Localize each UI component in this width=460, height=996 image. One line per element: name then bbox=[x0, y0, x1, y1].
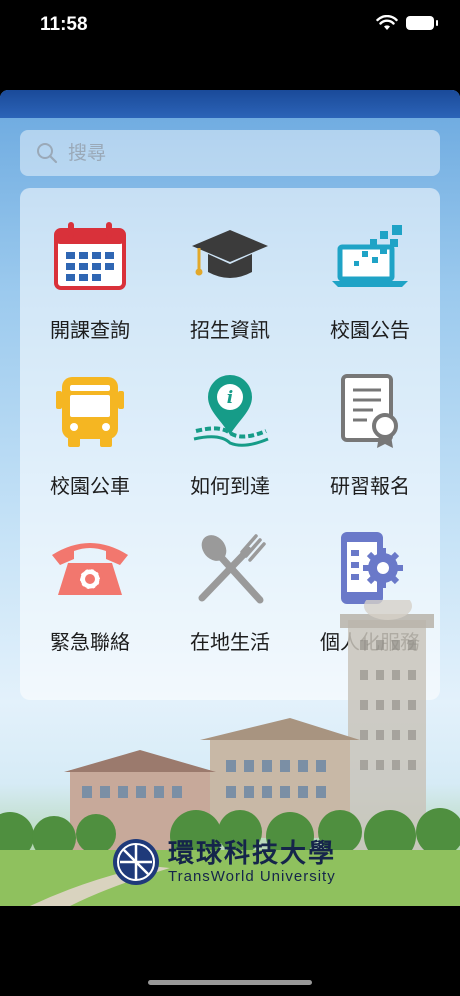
university-logo: 環球科技大學 TransWorld University bbox=[112, 838, 336, 886]
top-bar bbox=[0, 90, 460, 118]
menu-item-admissions[interactable]: 招生資訊 bbox=[160, 216, 300, 350]
menu-item-label: 如何到達 bbox=[190, 474, 270, 498]
menu-item-label: 招生資訊 bbox=[190, 318, 270, 342]
wifi-icon bbox=[376, 15, 398, 30]
search-box[interactable] bbox=[20, 130, 440, 176]
svg-text:i: i bbox=[227, 388, 233, 408]
menu-item-workshop-registration[interactable]: 研習報名 bbox=[300, 372, 440, 506]
menu-item-directions[interactable]: i 如何到達 bbox=[160, 372, 300, 506]
logo-text: 環球科技大學 TransWorld University bbox=[168, 840, 336, 885]
menu-item-label: 研習報名 bbox=[330, 474, 410, 498]
menu-item-campus-bus[interactable]: 校園公車 bbox=[20, 372, 160, 506]
menu-grid: 開課查詢 招生資訊 校園公告 校園公車 i 如何到達 研習報名 緊急聯絡 在地生… bbox=[20, 216, 440, 662]
certificate-icon bbox=[330, 372, 410, 452]
fork-spoon-icon bbox=[190, 528, 270, 608]
laptop-icon bbox=[330, 216, 410, 296]
bus-icon bbox=[50, 372, 130, 452]
menu-item-campus-news[interactable]: 校園公告 bbox=[300, 216, 440, 350]
menu-item-course-query[interactable]: 開課查詢 bbox=[20, 216, 160, 350]
menu-item-label: 校園公告 bbox=[330, 318, 410, 342]
home-indicator[interactable] bbox=[148, 980, 312, 985]
app-frame: 開課查詢 招生資訊 bbox=[0, 90, 460, 906]
settings-phone-icon bbox=[330, 528, 410, 608]
calendar-icon bbox=[50, 216, 130, 296]
university-seal-icon bbox=[113, 839, 159, 885]
telephone-icon bbox=[50, 528, 130, 608]
status-time: 11:58 bbox=[40, 14, 88, 35]
menu-item-label: 開課查詢 bbox=[50, 318, 130, 342]
status-icons bbox=[376, 15, 438, 31]
status-bar: 11:58 bbox=[0, 0, 460, 54]
battery-icon bbox=[406, 16, 438, 30]
university-name-cn: 環球科技大學 bbox=[168, 838, 337, 869]
menu-item-label: 校園公車 bbox=[50, 474, 130, 498]
search-input[interactable] bbox=[68, 142, 398, 164]
graduation-cap-icon bbox=[190, 216, 270, 296]
map-pin-icon: i bbox=[190, 372, 270, 452]
search-icon bbox=[37, 143, 58, 164]
university-name-en: TransWorld University bbox=[168, 867, 336, 885]
